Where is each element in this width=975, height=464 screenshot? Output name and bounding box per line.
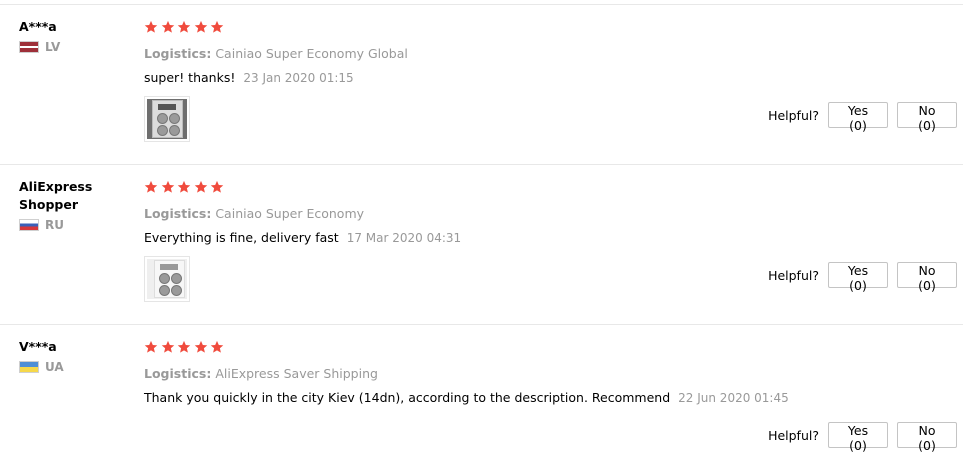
- logistics-label: Logistics:: [144, 366, 212, 381]
- helpful-no-button[interactable]: No (0): [897, 422, 957, 453]
- reviewer-country: LV: [19, 40, 119, 54]
- reviewer-country: UA: [19, 360, 119, 374]
- helpful-yes-button[interactable]: Yes (0): [828, 422, 888, 453]
- star-icon: [194, 340, 207, 353]
- helpful-yes-button[interactable]: Yes (0): [828, 262, 888, 293]
- star-rating: [144, 180, 961, 196]
- photo-knob: [169, 113, 180, 124]
- photo-knob: [157, 113, 168, 124]
- reviewer-name: V***a: [19, 339, 57, 354]
- star-icon: [144, 20, 158, 33]
- review-divider: [0, 164, 963, 165]
- star-icon: [210, 180, 224, 193]
- ukraine-flag-icon: [19, 361, 39, 373]
- review-text-row: Thank you quickly in the city Kiev (14dn…: [144, 390, 961, 405]
- star-icon: [161, 20, 174, 33]
- logistics-info: Logistics: Cainiao Super Economy: [144, 206, 961, 221]
- review-date: 23 Jan 2020 01:15: [243, 71, 354, 85]
- review-content: Logistics: AliExpress Saver Shipping Tha…: [144, 340, 961, 405]
- star-icon: [177, 180, 191, 193]
- star-icon: [177, 340, 191, 353]
- helpful-vote: Helpful? Yes (0) No (0): [768, 422, 957, 453]
- review-photo-thumbnail[interactable]: [144, 96, 190, 142]
- review-date: 17 Mar 2020 04:31: [346, 231, 462, 245]
- star-rating: [144, 20, 961, 36]
- star-icon: [194, 20, 207, 33]
- logistics-value: AliExpress Saver Shipping: [215, 366, 378, 381]
- photo-knob: [159, 273, 170, 284]
- latvia-flag-icon: [19, 41, 39, 53]
- product-photo: [147, 99, 187, 139]
- country-code: RU: [45, 218, 64, 232]
- review-date: 22 Jun 2020 01:45: [678, 391, 789, 405]
- photo-knob: [171, 285, 182, 296]
- photo-package: [154, 260, 185, 298]
- star-icon: [161, 340, 174, 353]
- review-text: Everything is fine, delivery fast: [144, 230, 339, 245]
- helpful-vote: Helpful? Yes (0) No (0): [768, 102, 957, 133]
- photo-label: [160, 264, 178, 270]
- review-text: Thank you quickly in the city Kiev (14dn…: [144, 390, 671, 405]
- helpful-yes-button[interactable]: Yes (0): [828, 102, 888, 133]
- photo-knob: [159, 285, 170, 296]
- review-item: AliExpress Shopper RU Logistics: Cainiao…: [0, 160, 975, 320]
- star-icon: [161, 180, 174, 193]
- review-item: A***a LV Logistics: Cainiao Super Econom…: [0, 0, 975, 160]
- helpful-label: Helpful?: [768, 107, 819, 123]
- star-icon: [144, 340, 158, 353]
- product-photo: [147, 259, 187, 299]
- star-icon: [144, 180, 158, 193]
- reviewer-name: AliExpress Shopper: [19, 179, 93, 212]
- logistics-label: Logistics:: [144, 206, 212, 221]
- review-text-row: super! thanks! 23 Jan 2020 01:15: [144, 70, 961, 85]
- helpful-vote: Helpful? Yes (0) No (0): [768, 262, 957, 293]
- reviewer-info: AliExpress Shopper RU: [19, 178, 119, 232]
- star-icon: [177, 20, 191, 33]
- helpful-no-button[interactable]: No (0): [897, 102, 957, 133]
- review-text-row: Everything is fine, delivery fast 17 Mar …: [144, 230, 961, 245]
- review-divider: [0, 324, 963, 325]
- photo-package: [152, 100, 183, 138]
- star-icon: [194, 180, 207, 193]
- photo-knob: [171, 273, 182, 284]
- helpful-label: Helpful?: [768, 267, 819, 283]
- logistics-info: Logistics: Cainiao Super Economy Global: [144, 46, 961, 61]
- country-code: UA: [45, 360, 64, 374]
- photo-knob: [157, 125, 168, 136]
- review-item: V***a UA Logistics: AliExpress Saver Shi…: [0, 320, 975, 464]
- star-icon: [210, 20, 224, 33]
- star-icon: [210, 340, 224, 353]
- logistics-info: Logistics: AliExpress Saver Shipping: [144, 366, 961, 381]
- reviewer-name: A***a: [19, 19, 57, 34]
- helpful-label: Helpful?: [768, 427, 819, 443]
- logistics-value: Cainiao Super Economy: [215, 206, 365, 221]
- country-code: LV: [45, 40, 61, 54]
- review-text: super! thanks!: [144, 70, 236, 85]
- logistics-value: Cainiao Super Economy Global: [215, 46, 408, 61]
- reviewer-country: RU: [19, 218, 119, 232]
- logistics-label: Logistics:: [144, 46, 212, 61]
- photo-label: [158, 104, 176, 110]
- review-divider: [0, 4, 963, 5]
- review-photo-thumbnail[interactable]: [144, 256, 190, 302]
- helpful-no-button[interactable]: No (0): [897, 262, 957, 293]
- reviewer-info: V***a UA: [19, 338, 119, 374]
- russia-flag-icon: [19, 219, 39, 231]
- reviewer-info: A***a LV: [19, 18, 119, 54]
- photo-knob: [169, 125, 180, 136]
- star-rating: [144, 340, 961, 356]
